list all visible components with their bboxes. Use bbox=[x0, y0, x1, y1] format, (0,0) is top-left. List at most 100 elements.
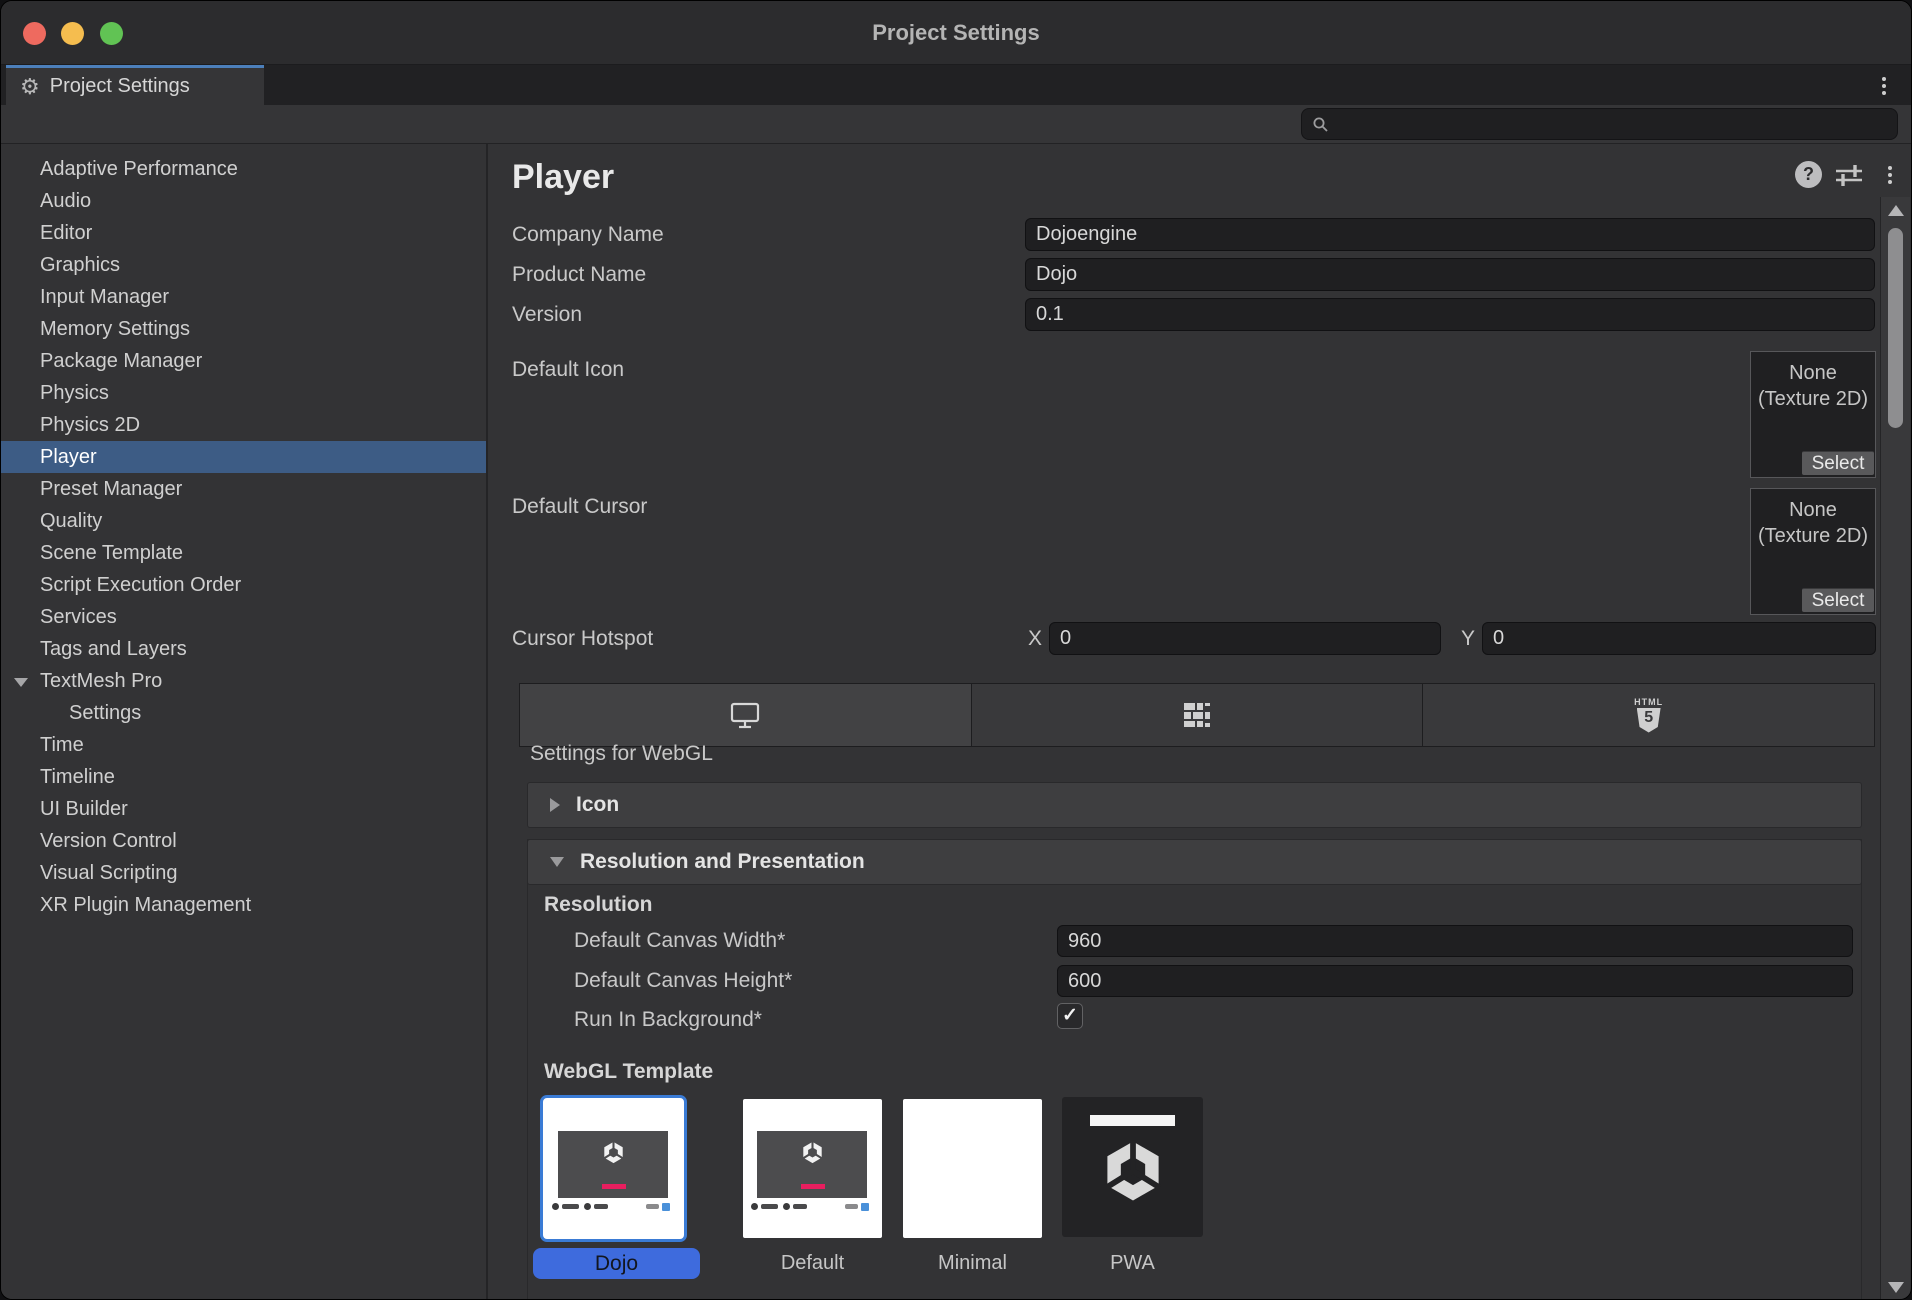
sidebar-item-services[interactable]: Services bbox=[1, 601, 486, 633]
scroll-up-arrow-icon[interactable] bbox=[1888, 205, 1904, 216]
sidebar-item-memory-settings[interactable]: Memory Settings bbox=[1, 313, 486, 345]
template-card-default[interactable] bbox=[743, 1099, 882, 1238]
default-cursor-select-button[interactable]: Select bbox=[1802, 588, 1874, 612]
sidebar-item-quality[interactable]: Quality bbox=[1, 505, 486, 537]
sidebar-item-package-manager[interactable]: Package Manager bbox=[1, 345, 486, 377]
run-in-background-checkbox[interactable]: ✓ bbox=[1057, 1003, 1083, 1029]
resolution-section-container: Resolution and Presentation Resolution D… bbox=[527, 839, 1862, 1300]
sidebar-item-version-control[interactable]: Version Control bbox=[1, 825, 486, 857]
dedicated-server-icon bbox=[1180, 700, 1214, 730]
tab-project-settings[interactable]: ⚙ Project Settings bbox=[6, 65, 264, 105]
sidebar-item-physics-2d[interactable]: Physics 2D bbox=[1, 409, 486, 441]
toolbar bbox=[1, 105, 1911, 144]
sidebar-item-visual-scripting[interactable]: Visual Scripting bbox=[1, 857, 486, 889]
default-icon-label: Default Icon bbox=[512, 353, 624, 386]
sidebar-item-script-execution-order[interactable]: Script Execution Order bbox=[1, 569, 486, 601]
platform-tab-desktop[interactable] bbox=[520, 684, 972, 746]
sidebar-item-input-manager[interactable]: Input Manager bbox=[1, 281, 486, 313]
product-name-field-wrap bbox=[1025, 258, 1875, 291]
template-accent-bar bbox=[602, 1184, 626, 1189]
object-picker-value-line1: None bbox=[1751, 360, 1875, 386]
template-card-minimal[interactable] bbox=[903, 1099, 1042, 1238]
company-name-input[interactable] bbox=[1026, 219, 1874, 250]
resolution-heading: Resolution bbox=[544, 893, 653, 917]
product-name-label: Product Name bbox=[512, 258, 646, 291]
template-label-default[interactable]: Default bbox=[743, 1252, 882, 1275]
template-card-pwa[interactable] bbox=[1062, 1097, 1203, 1237]
sidebar-item-physics[interactable]: Physics bbox=[1, 377, 486, 409]
version-field-wrap bbox=[1025, 298, 1875, 331]
search-icon bbox=[1312, 116, 1329, 133]
default-icon-select-button[interactable]: Select bbox=[1802, 451, 1874, 475]
template-label-dojo[interactable]: Dojo bbox=[533, 1248, 700, 1279]
webgl-template-heading: WebGL Template bbox=[544, 1060, 713, 1084]
tab-menu-kebab-icon[interactable] bbox=[1877, 77, 1891, 95]
template-label-pwa[interactable]: PWA bbox=[1062, 1252, 1203, 1275]
sidebar-item-scene-template[interactable]: Scene Template bbox=[1, 537, 486, 569]
sidebar-item-timeline[interactable]: Timeline bbox=[1, 761, 486, 793]
template-footer-logos bbox=[743, 1201, 882, 1213]
product-name-input[interactable] bbox=[1026, 259, 1874, 290]
run-in-background-label: Run In Background* bbox=[574, 1006, 762, 1034]
canvas-height-field-wrap bbox=[1057, 965, 1853, 997]
panel-menu-kebab-icon[interactable] bbox=[1883, 166, 1897, 184]
foldout-collapsed-icon bbox=[550, 798, 560, 812]
cursor-hotspot-label: Cursor Hotspot bbox=[512, 622, 653, 655]
settings-for-webgl-label: Settings for WebGL bbox=[530, 742, 713, 766]
vertical-scrollbar[interactable] bbox=[1880, 197, 1910, 1300]
template-label-minimal[interactable]: Minimal bbox=[903, 1252, 1042, 1275]
template-card-dojo[interactable] bbox=[540, 1095, 687, 1242]
default-cursor-object-picker[interactable]: None (Texture 2D) Select bbox=[1750, 488, 1876, 615]
project-settings-window: Project Settings ⚙ Project Settings Adap… bbox=[0, 0, 1912, 1300]
foldout-expanded-icon bbox=[550, 857, 564, 867]
unity-cube-icon bbox=[602, 1141, 625, 1164]
sidebar-item-time[interactable]: Time bbox=[1, 729, 486, 761]
icon-section-title: Icon bbox=[576, 793, 619, 817]
sidebar-item-preset-manager[interactable]: Preset Manager bbox=[1, 473, 486, 505]
company-name-field-wrap bbox=[1025, 218, 1875, 251]
sidebar-item-tags-and-layers[interactable]: Tags and Layers bbox=[1, 633, 486, 665]
hotspot-y-label: Y bbox=[1461, 622, 1475, 655]
sidebar-item-editor[interactable]: Editor bbox=[1, 217, 486, 249]
scrollbar-thumb[interactable] bbox=[1888, 228, 1903, 428]
sidebar-item-xr-plugin-management[interactable]: XR Plugin Management bbox=[1, 889, 486, 921]
hotspot-x-input[interactable] bbox=[1050, 623, 1440, 654]
hotspot-y-field-wrap bbox=[1482, 622, 1876, 655]
presets-icon[interactable] bbox=[1834, 161, 1864, 189]
canvas-height-input[interactable] bbox=[1058, 966, 1852, 996]
resolution-section-title: Resolution and Presentation bbox=[580, 850, 865, 874]
sidebar-item-textmesh-pro-settings[interactable]: Settings bbox=[1, 697, 486, 729]
sidebar-item-adaptive-performance[interactable]: Adaptive Performance bbox=[1, 153, 486, 185]
chevron-expanded-icon[interactable] bbox=[14, 678, 28, 687]
resolution-section-foldout[interactable]: Resolution and Presentation bbox=[527, 839, 1862, 885]
canvas-width-field-wrap bbox=[1057, 925, 1853, 957]
sidebar-item-graphics[interactable]: Graphics bbox=[1, 249, 486, 281]
icon-section-foldout[interactable]: Icon bbox=[527, 782, 1862, 828]
default-icon-object-picker[interactable]: None (Texture 2D) Select bbox=[1750, 351, 1876, 478]
platform-tab-webgl[interactable]: HTML 5 bbox=[1423, 684, 1874, 746]
version-input[interactable] bbox=[1026, 299, 1874, 330]
html5-icon: HTML 5 bbox=[1634, 698, 1663, 733]
object-picker-value-line2: (Texture 2D) bbox=[1751, 386, 1875, 412]
tab-bar: ⚙ Project Settings bbox=[1, 65, 1911, 105]
help-icon[interactable]: ? bbox=[1795, 161, 1822, 188]
sidebar-item-audio[interactable]: Audio bbox=[1, 185, 486, 217]
company-name-label: Company Name bbox=[512, 218, 664, 251]
default-cursor-label: Default Cursor bbox=[512, 490, 647, 523]
template-footer-logos bbox=[544, 1201, 683, 1213]
sidebar-item-ui-builder[interactable]: UI Builder bbox=[1, 793, 486, 825]
search-input[interactable] bbox=[1337, 113, 1887, 135]
hotspot-y-input[interactable] bbox=[1483, 623, 1875, 654]
platform-tab-dedicated-server[interactable] bbox=[972, 684, 1424, 746]
sidebar-item-player[interactable]: Player bbox=[1, 441, 486, 473]
sidebar-item-textmesh-pro[interactable]: TextMesh Pro bbox=[1, 665, 486, 697]
unity-cube-icon bbox=[1101, 1139, 1165, 1203]
tab-label: Project Settings bbox=[50, 75, 190, 98]
search-box[interactable] bbox=[1301, 108, 1898, 140]
title-bar: Project Settings bbox=[1, 1, 1911, 65]
gear-icon: ⚙ bbox=[20, 76, 40, 98]
hotspot-x-label: X bbox=[1028, 622, 1042, 655]
page-title: Player bbox=[512, 158, 614, 197]
canvas-width-input[interactable] bbox=[1058, 926, 1852, 956]
scroll-down-arrow-icon[interactable] bbox=[1888, 1282, 1904, 1293]
